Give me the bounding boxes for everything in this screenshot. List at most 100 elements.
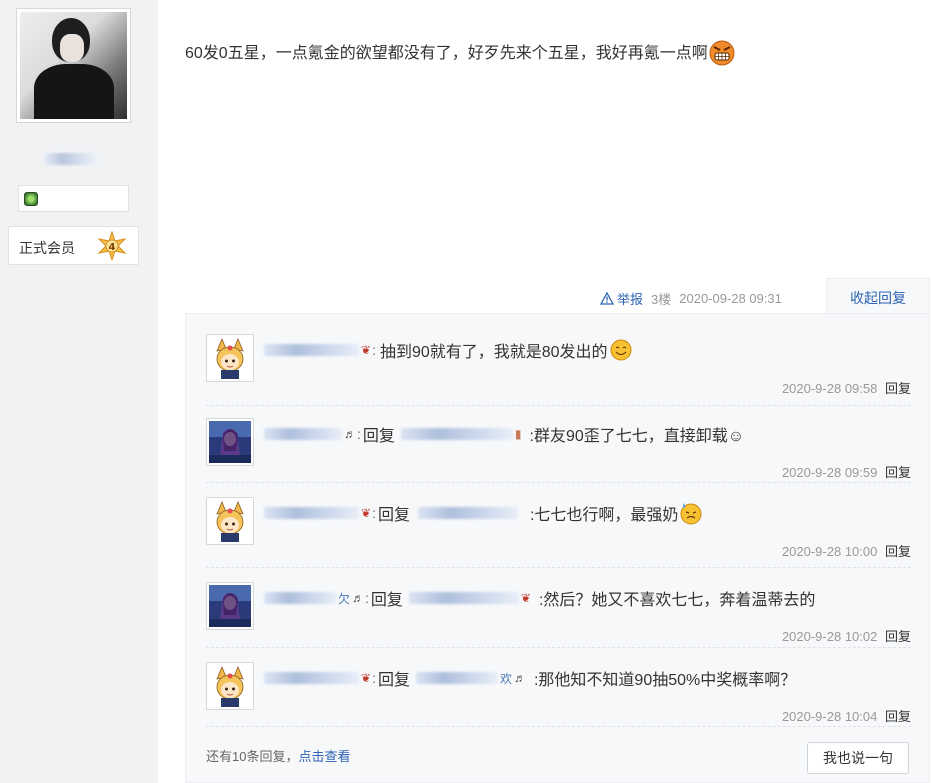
music-note-icon: ♬ (344, 427, 356, 441)
mug-icon: ▮ (514, 427, 522, 441)
reply-footer: 2020-9-28 10:04 回复 (782, 706, 911, 725)
mentioned-username-redacted[interactable] (417, 507, 518, 519)
reply-avatar[interactable] (206, 582, 254, 630)
post-text: 60发0五星，一点氪金的欲望都没有了，好歹先来个五星，我好再氪一点啊 (185, 45, 708, 62)
reply-time: 2020-9-28 10:02 (781, 629, 878, 644)
reply-footer: 2020-9-28 09:58 回复 (782, 378, 911, 397)
mentioned-username-redacted[interactable] (415, 672, 498, 684)
purple-character-avatar-icon (209, 421, 251, 463)
reply-prefix: 回复 (362, 428, 395, 445)
colon-separator: : (372, 342, 376, 358)
post-content: 60发0五星，一点氪金的欲望都没有了，好歹先来个五星，我好再氪一点啊 (185, 38, 736, 66)
rose-icon: ❦ (520, 591, 531, 605)
reply-text: :然后？她又不喜欢七七，奔着温蒂去的 (538, 592, 816, 609)
reply-text: :那他知不知道90抽50%中奖概率啊？ (533, 672, 797, 689)
reply-footer: 2020-9-28 09:59 回复 (782, 462, 911, 481)
reply-avatar[interactable] (206, 418, 254, 466)
mentioned-username-redacted[interactable] (400, 428, 513, 440)
reply-button[interactable]: 回复 (885, 381, 911, 396)
post-meta: 举报 3楼 2020-09-28 09:31 (600, 288, 782, 308)
colon-separator: : (372, 505, 376, 521)
reply-time: 2020-9-28 10:00 (781, 544, 878, 559)
reply-time: 2020-9-28 09:58 (781, 381, 878, 396)
username-tail-char: 欢 (499, 671, 512, 686)
reply-footer: 2020-9-28 10:00 回复 (782, 541, 911, 560)
angry-emoji-icon (709, 40, 735, 66)
reply-prefix: 回复 (370, 592, 403, 609)
more-replies: 还有10条回复，点击查看 (206, 746, 350, 765)
reply-avatar[interactable] (206, 334, 254, 382)
rose-icon: ❦ (361, 671, 372, 685)
reply-text: :群友90歪了七七，直接卸载☺ (529, 428, 745, 445)
reply-username-redacted[interactable] (264, 672, 359, 684)
author-avatar-image (20, 12, 127, 119)
music-note-icon: ♬ (352, 591, 365, 605)
level-star-icon: 4 (97, 230, 127, 262)
reply-username-redacted[interactable] (264, 592, 336, 604)
reply-line: ♬: 回复 ▮ :群友90歪了七七，直接卸载☺ (264, 422, 744, 446)
author-avatar[interactable] (16, 8, 131, 123)
floor-number: 3楼 (651, 291, 672, 307)
add-reply-button[interactable]: 我也说一句 (807, 742, 909, 774)
reply-avatar[interactable] (206, 497, 254, 545)
reply-divider (206, 482, 911, 483)
rose-icon: ❦ (361, 343, 372, 357)
username-tail-char: 欠 (338, 591, 351, 606)
reply-button[interactable]: 回复 (885, 629, 911, 644)
music-note-icon: ♬ (513, 671, 526, 685)
reply-line: ❦: 回复 欢 ♬ :那他知不知道90抽50%中奖概率啊？ (264, 666, 796, 690)
reply-divider (206, 726, 911, 727)
reply-username-redacted[interactable] (264, 344, 359, 356)
view-more-link[interactable]: 点击查看 (298, 749, 350, 764)
fox-girl-avatar-icon (209, 500, 251, 542)
reply-divider (206, 567, 911, 568)
reply-line: ❦: 抽到90就有了，我就是80发出的 (264, 338, 633, 362)
author-sidebar: 正式会员 4 (0, 0, 158, 783)
reply-divider (206, 405, 911, 406)
reply-prefix: 回复 (377, 507, 410, 524)
colon-separator: : (372, 670, 376, 686)
fox-girl-avatar-icon (209, 665, 251, 707)
report-label: 举报 (617, 291, 644, 307)
report-button[interactable]: 举报 (600, 289, 643, 308)
reply-button[interactable]: 回复 (885, 544, 911, 559)
badge-icon (24, 192, 38, 206)
author-username-redacted[interactable] (44, 153, 98, 165)
reply-panel: ❦: 抽到90就有了，我就是80发出的 2020-9-28 09:58 回复 ♬… (185, 313, 930, 783)
author-badge-box[interactable] (18, 185, 129, 212)
reply-button[interactable]: 回复 (885, 465, 911, 480)
reply-button[interactable]: 回复 (885, 709, 911, 724)
warning-icon (600, 291, 614, 305)
reply-item: ❦: 回复 欢 ♬ :那他知不知道90抽50%中奖概率啊？ 2020-9-28 1… (206, 662, 911, 740)
smile-emoji-icon (610, 339, 632, 361)
collapse-replies-button[interactable]: 收起回复 (826, 278, 930, 314)
reply-time: 2020-9-28 10:04 (781, 709, 878, 724)
reply-line: 欠 ♬: 回复 ❦ :然后？她又不喜欢七七，奔着温蒂去的 (264, 586, 815, 610)
rose-icon: ❦ (361, 506, 372, 520)
post-time: 2020-09-28 09:31 (679, 290, 782, 306)
reply-divider (206, 647, 911, 648)
reply-line: ❦: 回复 :七七也行啊，最强奶 (264, 501, 703, 525)
reply-time: 2020-9-28 09:59 (781, 465, 878, 480)
reply-item: ♬: 回复 ▮ :群友90歪了七七，直接卸载☺ 2020-9-28 09:59 … (206, 418, 911, 496)
reply-username-redacted[interactable] (264, 428, 342, 440)
sweat-emoji-icon (680, 503, 702, 525)
reply-item: ❦: 抽到90就有了，我就是80发出的 2020-9-28 09:58 回复 (206, 334, 911, 412)
reply-text: 抽到90就有了，我就是80发出的 (379, 344, 608, 361)
fox-girl-avatar-icon (209, 337, 251, 379)
reply-username-redacted[interactable] (264, 507, 359, 519)
reply-text: :七七也行啊，最强奶 (529, 507, 679, 524)
colon-separator: : (357, 426, 361, 442)
more-replies-text: 还有10条回复， (206, 749, 299, 764)
reply-avatar[interactable] (206, 662, 254, 710)
mentioned-username-redacted[interactable] (408, 592, 519, 604)
member-label: 正式会员 (19, 240, 75, 256)
purple-character-avatar-icon (209, 585, 251, 627)
level-number: 4 (109, 242, 116, 253)
colon-separator: : (365, 590, 369, 606)
reply-prefix: 回复 (377, 672, 410, 689)
reply-item: 欠 ♬: 回复 ❦ :然后？她又不喜欢七七，奔着温蒂去的 2020-9-28 10… (206, 582, 911, 660)
reply-item: ❦: 回复 :七七也行啊，最强奶 2020-9-28 10:00 回复 (206, 497, 911, 575)
member-level-box[interactable]: 正式会员 4 (8, 226, 139, 265)
reply-footer: 2020-9-28 10:02 回复 (782, 626, 911, 645)
